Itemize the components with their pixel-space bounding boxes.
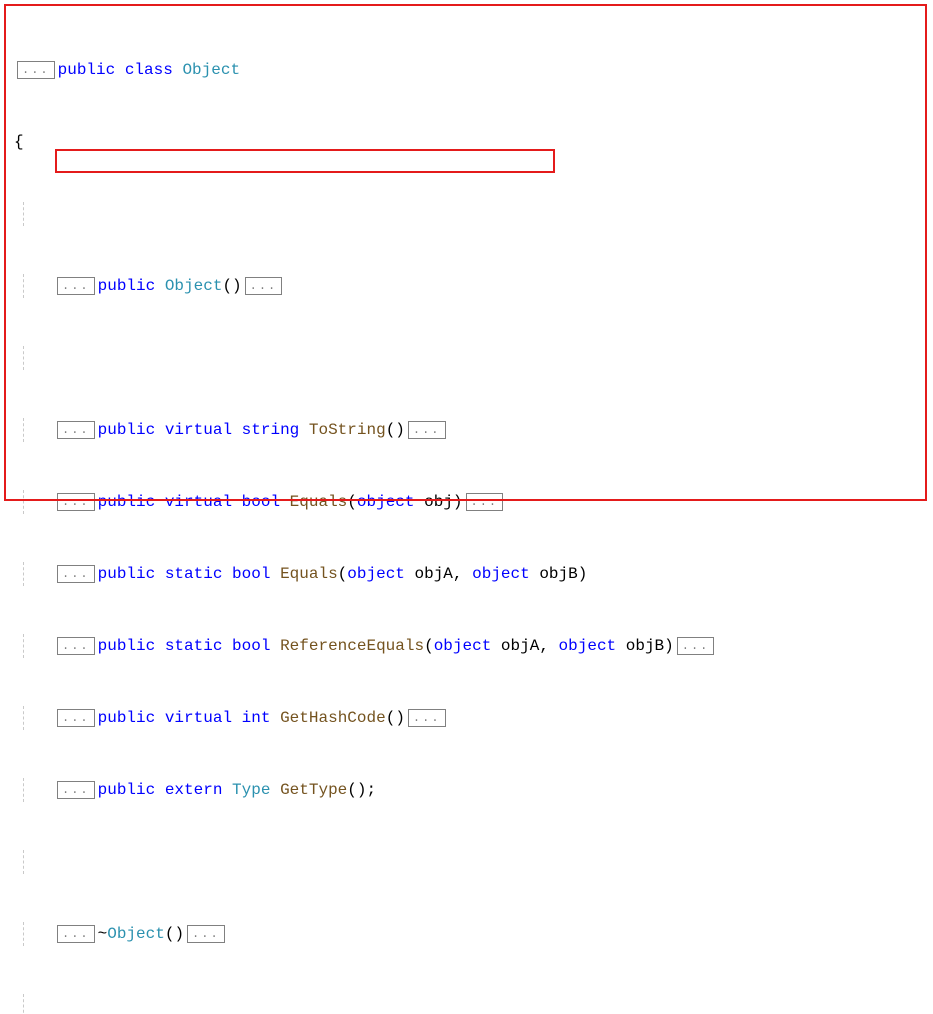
line-tostring: public virtual string ToString()	[14, 418, 919, 442]
fold-icon[interactable]	[245, 277, 283, 295]
line-blank	[14, 994, 919, 1014]
fold-icon[interactable]	[57, 493, 95, 511]
fold-icon[interactable]	[17, 61, 55, 79]
kw-public: public	[58, 58, 116, 82]
method-equals: Equals	[290, 490, 348, 514]
line-equals-virtual: public virtual bool Equals(object obj)	[14, 490, 919, 514]
fold-icon[interactable]	[57, 637, 95, 655]
indent-guide	[23, 634, 24, 658]
code-editor-viewport: public class Object { public Object() pu…	[0, 0, 933, 507]
line-blank	[14, 202, 919, 226]
indent-guide	[23, 490, 24, 514]
indent-guide	[23, 706, 24, 730]
type-object: Object	[182, 58, 240, 82]
line-gettype: public extern Type GetType();	[14, 778, 919, 802]
line-blank	[14, 346, 919, 370]
indent-guide	[23, 778, 24, 802]
line-gethashcode: public virtual int GetHashCode()	[14, 706, 919, 730]
fold-icon[interactable]	[408, 709, 446, 727]
line-dtor: ~Object()	[14, 922, 919, 946]
fold-icon[interactable]	[677, 637, 715, 655]
indent-guide	[23, 202, 24, 226]
line-equals-static: public static bool Equals(object objA, o…	[14, 562, 919, 586]
brace-open: {	[14, 130, 24, 154]
indent-guide	[23, 418, 24, 442]
fold-icon[interactable]	[408, 421, 446, 439]
fold-icon[interactable]	[57, 277, 95, 295]
line-ctor: public Object()	[14, 274, 919, 298]
fold-icon[interactable]	[57, 781, 95, 799]
code-block: public class Object { public Object() pu…	[14, 10, 919, 1014]
indent-guide	[23, 922, 24, 946]
indent-guide	[23, 562, 24, 586]
line-class-decl: public class Object	[14, 58, 919, 82]
fold-icon[interactable]	[187, 925, 225, 943]
indent-guide	[23, 274, 24, 298]
fold-icon[interactable]	[57, 925, 95, 943]
line-refequals: public static bool ReferenceEquals(objec…	[14, 634, 919, 658]
method-gettype: GetType	[280, 778, 347, 802]
indent-guide	[23, 994, 24, 1014]
method-gethashcode: GetHashCode	[280, 706, 386, 730]
fold-icon[interactable]	[57, 421, 95, 439]
indent-guide	[23, 850, 24, 874]
method-referenceequals: ReferenceEquals	[280, 634, 424, 658]
fold-icon[interactable]	[57, 709, 95, 727]
fold-icon[interactable]	[466, 493, 504, 511]
method-tostring: ToString	[309, 418, 386, 442]
line-open-brace: {	[14, 130, 919, 154]
indent-guide	[23, 346, 24, 370]
kw-class: class	[125, 58, 173, 82]
fold-icon[interactable]	[57, 565, 95, 583]
line-blank	[14, 850, 919, 874]
